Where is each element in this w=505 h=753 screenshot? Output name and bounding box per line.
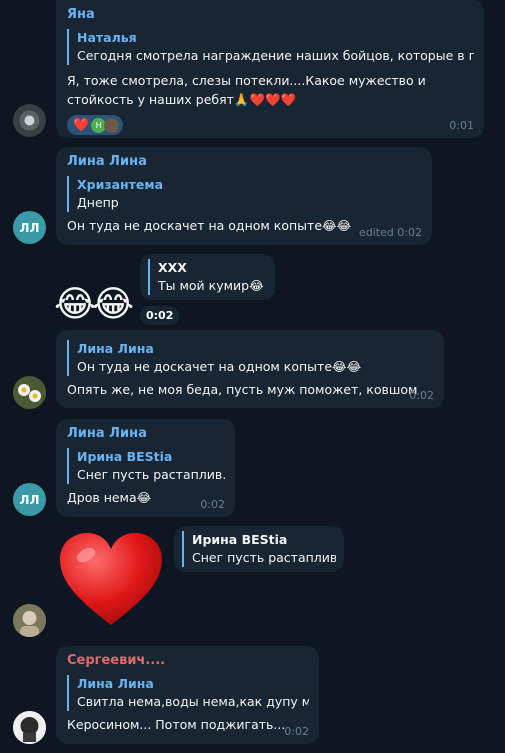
reply-text: Сегодня смотрела награждение наших бойцо… (77, 48, 474, 63)
reply-quote[interactable]: ХХХ Ты мой кумир😂 (148, 259, 267, 295)
reply-text: Свитла нема,воды нема,как дупу м... (77, 694, 309, 709)
big-emoji-sticker[interactable]: 😂😂 (54, 283, 134, 327)
avatar-lina[interactable]: ЛЛ (13, 483, 46, 516)
message-bubble[interactable]: Яна Наталья Сегодня смотрела награждение… (56, 0, 484, 138)
sender-name[interactable]: Лина Лина (67, 425, 225, 443)
reply-text: Днепр (77, 195, 119, 210)
reply-author: Ирина BEStia (77, 449, 173, 464)
message-text: Опять же, не моя беда, пусть муж поможет… (67, 382, 418, 397)
reply-author: Хризантема (77, 177, 164, 192)
reply-quote[interactable]: Ирина BEStia Снег пусть растаплив... (182, 531, 336, 567)
reply-text: Снег пусть растаплив... (77, 467, 225, 482)
message-time: 0:02 (200, 498, 225, 511)
reaction-row: ❤️ Н (67, 115, 474, 135)
reply-quote[interactable]: Ирина BEStia Снег пусть растаплив... (67, 448, 225, 484)
reply-quote[interactable]: Лина Лина Он туда не доскачет на одном к… (67, 340, 434, 376)
message-bubble[interactable]: Лина Лина Он туда не доскачет на одном к… (56, 330, 444, 408)
reply-quote[interactable]: Наталья Сегодня смотрела награждение наш… (67, 29, 474, 65)
avatar-image (13, 104, 46, 137)
sender-name[interactable]: Сергеевич.... (67, 652, 309, 670)
reactor-avatar-photo (104, 117, 120, 133)
message-bubble[interactable]: Лина Лина Хризантема Днепр Он туда не до… (56, 147, 432, 245)
reply-text: Он туда не доскачет на одном копыте😂😂 (77, 359, 362, 374)
reply-text: Снег пусть растаплив... (192, 550, 336, 565)
reply-author: Лина Лина (77, 676, 154, 691)
avatar-photo[interactable] (13, 604, 46, 637)
message-time: 0:02 (140, 306, 180, 325)
message-time: 0:01 (449, 119, 474, 132)
avatar-image (13, 711, 46, 744)
message-text: Я, тоже смотрела, слезы потекли....Какое… (67, 73, 426, 107)
reply-author: Наталья (77, 30, 137, 45)
reaction-pill[interactable]: ❤️ Н (67, 115, 124, 135)
reply-quote[interactable]: Лина Лина Свитла нема,воды нема,как дупу… (67, 675, 309, 711)
reply-author: ХХХ (158, 260, 187, 275)
message-time: 0:02 (284, 725, 309, 738)
avatar-yana[interactable] (13, 104, 46, 137)
heart-sticker[interactable] (60, 533, 162, 627)
reply-text: Ты мой кумир😂 (158, 278, 264, 293)
sender-name[interactable]: Лина Лина (67, 153, 422, 171)
message-time: 0:02 (409, 389, 434, 402)
reply-bubble[interactable]: ХХХ Ты мой кумир😂 (140, 254, 275, 300)
message-text: Керосином... Потом поджигать... (67, 717, 286, 732)
avatar-image (13, 604, 46, 637)
reply-author: Лина Лина (77, 341, 154, 356)
heart-reaction-icon: ❤️ (73, 117, 90, 133)
reply-quote[interactable]: Хризантема Днепр (67, 176, 422, 212)
reply-bubble[interactable]: Ирина BEStia Снег пусть растаплив... (174, 526, 344, 572)
avatar-lina[interactable]: ЛЛ (13, 211, 46, 244)
message-bubble[interactable]: Сергеевич.... Лина Лина Свитла нема,воды… (56, 646, 319, 744)
avatar-sergeevich[interactable] (13, 711, 46, 744)
sender-name[interactable]: Яна (67, 6, 474, 24)
message-time: edited 0:02 (358, 226, 422, 239)
message-bubble[interactable]: Лина Лина Ирина BEStia Снег пусть растап… (56, 419, 235, 517)
avatar-flowers[interactable] (13, 376, 46, 409)
reply-author: Ирина BEStia (192, 532, 288, 547)
avatar-image (13, 376, 46, 409)
